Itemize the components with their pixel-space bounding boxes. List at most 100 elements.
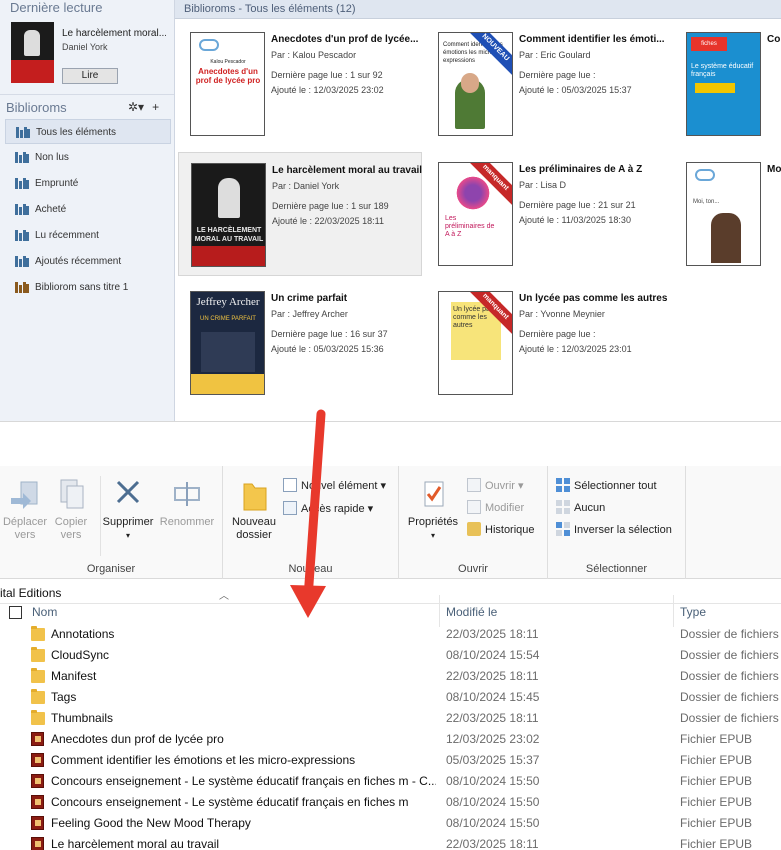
file-row[interactable]: Comment identifier les émotions et les m… (0, 750, 781, 771)
open-icon (467, 478, 481, 492)
file-type: Fichier EPUB (680, 816, 753, 830)
file-row[interactable]: Anecdotes dun prof de lycée pro 12/03/202… (0, 729, 781, 750)
quick-access-button[interactable]: Accès rapide ▾ (283, 501, 373, 515)
book-cover[interactable]: Comment identifier les émotions les micr… (438, 32, 513, 136)
cover-banner: fiches (691, 37, 727, 51)
epub-file-icon (31, 816, 44, 830)
cover-title: Anecdotes d'un prof de lycée pro (195, 67, 261, 85)
column-name[interactable]: Nom (32, 599, 57, 625)
book-meta: Dernière page lue : 16 sur 37 (271, 329, 388, 339)
invert-selection-button[interactable]: Inverser la sélection (556, 522, 672, 536)
meta-label: Dernière page lue : (271, 329, 348, 339)
file-row[interactable]: Manifest 22/03/2025 18:11 Dossier de fichi… (0, 666, 781, 687)
shelf-item[interactable]: Non lus (5, 145, 171, 170)
book-cover[interactable]: Moi, ton... (686, 162, 761, 266)
file-row[interactable]: Le harcèlement moral au travail 22/03/202… (0, 834, 781, 850)
meta-label: Dernière page lue : (271, 70, 348, 80)
book-tile[interactable]: Les préliminaires de A à Zmanquant Les pr… (426, 152, 670, 276)
file-row[interactable]: Thumbnails 22/03/2025 18:11 Dossier de fic… (0, 708, 781, 729)
file-row[interactable]: Tags 08/10/2024 15:45 Dossier de fichiers (0, 687, 781, 708)
file-row[interactable]: Concours enseignement - Le système éduca… (0, 792, 781, 813)
new-item-button[interactable]: Nouvel élément ▾ (283, 478, 386, 492)
rename-button[interactable]: Renommer (157, 476, 217, 529)
bookshelf-icon (15, 204, 29, 215)
meta-label: Par : (519, 180, 539, 190)
book-title: Les préliminaires de A à Z (519, 164, 643, 175)
book-cover[interactable]: Jeffrey Archer UN CRIME PARFAIT (190, 291, 265, 395)
book-tile[interactable]: Un lycée pas comme les autres manquant Un … (426, 281, 670, 405)
epub-file-icon (31, 753, 44, 767)
book-cover[interactable]: LE HARCÈLEMENT MORAL AU TRAVAIL (191, 163, 266, 267)
open-button[interactable]: Ouvrir ▾ (467, 478, 524, 492)
new-folder-button[interactable]: Nouveau dossier (227, 478, 281, 542)
book-title: Comment identifier les émoti... (519, 34, 665, 45)
book-cover[interactable]: Les préliminaires de A à Zmanquant (438, 162, 513, 266)
book-tile[interactable]: LE HARCÈLEMENT MORAL AU TRAVAIL Le harcèl… (178, 152, 422, 276)
bookshelf-icon (15, 282, 29, 293)
file-row[interactable]: CloudSync 08/10/2024 15:54 Dossier de fich… (0, 645, 781, 666)
shelf-label: Lu récemment (35, 230, 99, 241)
plus-icon[interactable]: + (152, 100, 159, 114)
folder-icon (31, 668, 45, 683)
book-meta: Ajouté le : 05/03/2025 15:37 (519, 85, 632, 95)
delete-button[interactable]: Supprimer ▾ (98, 476, 158, 542)
last-read-cover[interactable] (11, 22, 54, 83)
file-row[interactable]: Feeling Good the New Mood Therapy 08/10/2… (0, 813, 781, 834)
book-tile[interactable]: Jeffrey Archer UN CRIME PARFAIT Un crime p… (178, 281, 422, 405)
read-button[interactable]: Lire (62, 68, 118, 84)
gear-icon[interactable]: ✲▾ (128, 100, 144, 114)
copy-icon (60, 479, 84, 509)
shelf-item[interactable]: Tous les éléments (5, 119, 171, 144)
file-name: Thumbnails (51, 711, 114, 725)
group-label-organiser: Organiser (86, 563, 136, 575)
shelf-item[interactable]: Bibliorom sans titre 1 (5, 275, 171, 300)
digital-editions-window: Dernière lecture Le harcèlement moral...… (0, 0, 781, 421)
epub-file-icon (31, 732, 44, 746)
book-title: Un lycée pas comme les autres (519, 293, 668, 304)
column-modified[interactable]: Modifié le (446, 599, 497, 625)
shelf-item[interactable]: Acheté (5, 197, 171, 222)
cover-figure (24, 30, 40, 56)
properties-button[interactable]: Propriétés ▾ (403, 478, 463, 542)
book-cover[interactable]: fiches Le système éducatif français (686, 32, 761, 136)
book-tile[interactable]: Comment identifier les émotions les micr… (426, 22, 670, 146)
file-modified: 08/10/2024 15:50 (446, 795, 540, 809)
history-button[interactable]: Historique (467, 522, 535, 536)
shelf-item[interactable]: Ajoutés récemment (5, 249, 171, 274)
edit-label: Modifier (485, 502, 525, 514)
group-label-nouveau: Nouveau (288, 563, 333, 575)
cover-author: Jeffrey Archer (196, 296, 260, 308)
meta-label: Dernière page lue : (519, 70, 596, 80)
open-label: Ouvrir ▾ (485, 480, 524, 492)
shelf-label: Tous les éléments (36, 127, 117, 138)
select-none-button[interactable]: Aucun (556, 500, 605, 514)
cover-band (11, 60, 54, 83)
meta-label: Ajouté le : (519, 85, 560, 95)
book-cover[interactable]: Kalou Pescador Anecdotes d'un prof de lyc… (190, 32, 265, 136)
shelf-label: Acheté (35, 204, 67, 215)
shelf-item[interactable]: Emprunté (5, 171, 171, 196)
last-read-author: Daniel York (62, 42, 108, 52)
file-type: Fichier EPUB (680, 732, 753, 746)
ribbon-toolbar: Déplacer vers Copier vers Supprimer ▾ Re… (0, 466, 781, 579)
shelf-item[interactable]: Lu récemment (5, 223, 171, 248)
book-meta: Par : Lisa D (519, 180, 566, 190)
book-meta: Dernière page lue : (519, 329, 596, 339)
file-row[interactable]: Annotations 22/03/2025 18:11 Dossier de fi… (0, 624, 781, 645)
book-cover[interactable]: Un lycée pas comme les autres manquant (438, 291, 513, 395)
book-title: Un crime parfait (271, 293, 348, 304)
select-all-checkbox[interactable] (9, 606, 22, 619)
shelf-label: Bibliorom sans titre 1 (35, 282, 129, 293)
select-all-button[interactable]: Sélectionner tout (556, 478, 657, 492)
column-type[interactable]: Type (680, 599, 706, 625)
meta-value: 16 sur 37 (350, 329, 388, 339)
book-tile[interactable]: Kalou Pescador Anecdotes d'un prof de lyc… (178, 22, 422, 146)
book-tile[interactable]: fiches Le système éducatif français Con... (674, 22, 781, 146)
meta-value: 22/03/2025 18:11 (314, 216, 384, 226)
file-row[interactable]: Concours enseignement - Le système éduca… (0, 771, 781, 792)
copy-to-button[interactable]: Copier vers (48, 478, 94, 542)
move-to-button[interactable]: Déplacer vers (0, 478, 50, 542)
edit-button[interactable]: Modifier (467, 500, 524, 514)
rename-icon (174, 482, 200, 506)
book-tile[interactable]: Moi, ton... Moi... (674, 152, 781, 276)
